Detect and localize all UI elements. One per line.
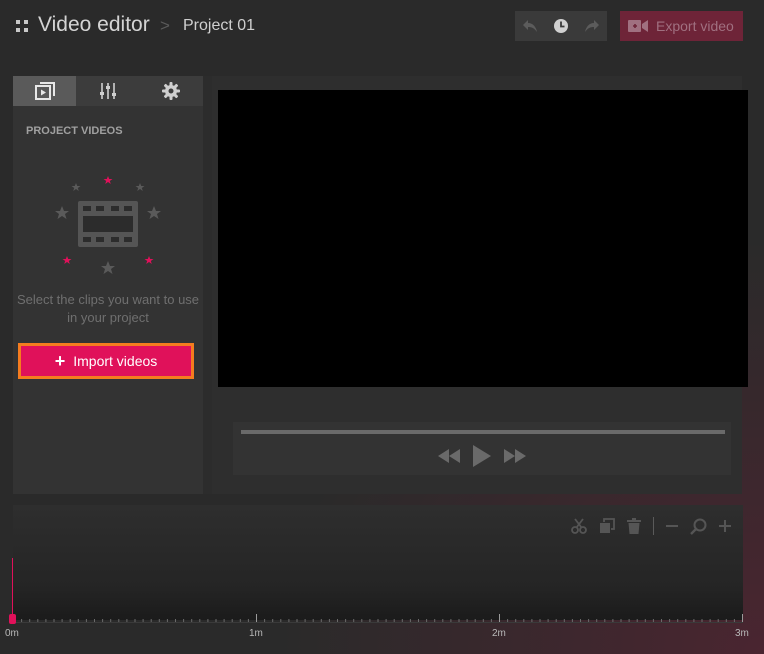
history-controls bbox=[515, 11, 607, 41]
media-panel: PROJECT VIDEOS Select the clips you want… bbox=[13, 76, 203, 494]
tab-settings[interactable] bbox=[140, 76, 203, 106]
panel-tabs bbox=[13, 76, 203, 106]
timeline-toolbar bbox=[571, 515, 731, 537]
playhead[interactable] bbox=[12, 558, 13, 618]
ruler-label-2m: 2m bbox=[492, 628, 506, 639]
ruler-label-3m: 3m bbox=[735, 628, 749, 639]
zoom-icon[interactable] bbox=[690, 518, 707, 535]
app-title: Video editor bbox=[38, 13, 150, 36]
cut-icon[interactable] bbox=[571, 518, 587, 534]
export-video-button[interactable]: Export video bbox=[620, 11, 743, 41]
redo-button[interactable] bbox=[576, 11, 607, 41]
video-camera-icon bbox=[628, 20, 648, 32]
tab-media[interactable] bbox=[13, 76, 77, 106]
rewind-icon[interactable] bbox=[438, 449, 460, 463]
playback-controls bbox=[233, 444, 731, 468]
ruler-label-0m: 0m bbox=[5, 628, 19, 639]
duplicate-icon[interactable] bbox=[599, 518, 615, 534]
tab-adjustments[interactable] bbox=[76, 76, 139, 106]
history-icon bbox=[554, 19, 568, 33]
undo-button[interactable] bbox=[515, 11, 546, 41]
project-name[interactable]: Project 01 bbox=[183, 17, 255, 35]
import-videos-button[interactable]: + Import videos bbox=[18, 343, 194, 379]
section-title: PROJECT VIDEOS bbox=[26, 125, 123, 137]
video-preview[interactable] bbox=[218, 90, 748, 387]
toolbar-separator bbox=[653, 517, 654, 535]
app-header: Video editor > Project 01 Export video bbox=[0, 0, 764, 52]
fast-forward-icon[interactable] bbox=[504, 449, 526, 463]
undo-icon bbox=[523, 20, 538, 32]
timeline-ruler[interactable] bbox=[13, 612, 743, 626]
import-videos-label: Import videos bbox=[73, 353, 158, 369]
media-library-icon bbox=[34, 82, 55, 100]
zoom-in-icon[interactable] bbox=[719, 520, 731, 532]
sliders-icon bbox=[99, 83, 116, 99]
export-video-label: Export video bbox=[656, 18, 734, 34]
delete-icon[interactable] bbox=[627, 518, 641, 534]
panel-divider bbox=[203, 76, 212, 494]
zoom-out-icon[interactable] bbox=[666, 524, 678, 528]
playhead-handle[interactable] bbox=[9, 614, 16, 624]
preview-panel bbox=[212, 76, 748, 494]
playback-scrubber[interactable] bbox=[241, 430, 725, 434]
gear-icon bbox=[162, 82, 181, 100]
timeline-panel bbox=[13, 505, 743, 620]
redo-icon bbox=[584, 20, 599, 32]
player-controls-bar bbox=[233, 422, 731, 475]
empty-clips-illustration bbox=[55, 176, 161, 274]
breadcrumb-separator: > bbox=[160, 16, 170, 35]
plus-icon: + bbox=[54, 351, 66, 371]
empty-state-message: Select the clips you want to use in your… bbox=[16, 292, 200, 325]
ruler-label-1m: 1m bbox=[249, 628, 263, 639]
apps-grid-icon[interactable] bbox=[16, 20, 28, 32]
play-icon[interactable] bbox=[472, 445, 492, 467]
history-button[interactable] bbox=[546, 11, 577, 41]
